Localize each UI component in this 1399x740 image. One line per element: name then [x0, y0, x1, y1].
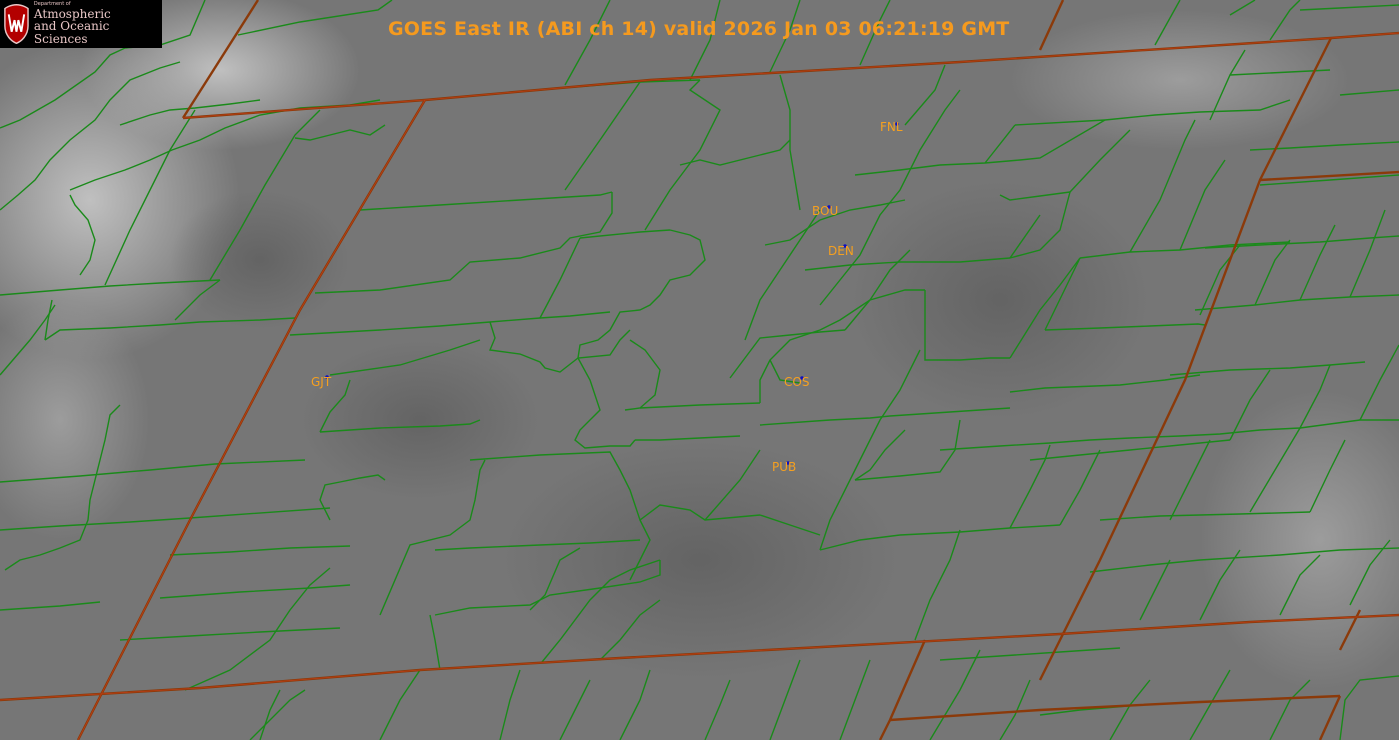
station-label-gjt: GJT	[311, 375, 332, 389]
station-bou[interactable]: BOU	[812, 204, 838, 218]
station-label-den: DEN	[828, 244, 854, 258]
logo-line-2: and Oceanic Sciences	[33, 19, 110, 46]
station-cos[interactable]: COS	[784, 375, 809, 389]
station-label-bou: BOU	[812, 204, 838, 218]
aos-logo[interactable]: Department of Atmospheric and Oceanic Sc…	[0, 0, 162, 48]
logo-text: Department of Atmospheric and Oceanic Sc…	[33, 2, 162, 46]
station-gjt[interactable]: GJT	[311, 375, 332, 389]
station-label-cos: COS	[784, 375, 809, 389]
uw-crest-icon	[4, 3, 29, 45]
image-title: GOES East IR (ABI ch 14) valid 2026 Jan …	[388, 18, 1010, 40]
station-pub[interactable]: PUB	[772, 460, 796, 474]
station-den[interactable]: DEN	[828, 244, 854, 258]
station-label-fnl: FNL	[880, 120, 903, 134]
station-label-pub: PUB	[772, 460, 796, 474]
station-fnl[interactable]: FNL	[880, 120, 903, 134]
satellite-map[interactable]: FNL BOU DEN GJT COS PUB	[0, 0, 1399, 740]
